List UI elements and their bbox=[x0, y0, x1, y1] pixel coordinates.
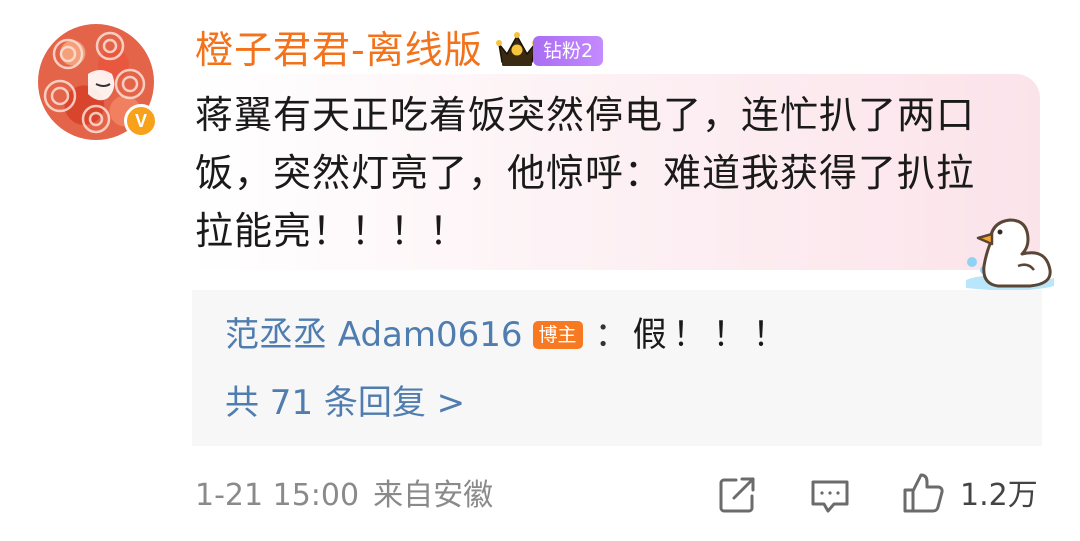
view-replies-link[interactable]: 共 71 条回复 > bbox=[225, 380, 465, 426]
duck-sticker-icon bbox=[966, 218, 1054, 291]
share-icon[interactable] bbox=[716, 474, 758, 516]
timestamp: 1-21 15:00 bbox=[195, 478, 360, 513]
reply-colon: ： bbox=[594, 315, 629, 355]
reply-text: 假！！！ bbox=[632, 315, 793, 355]
reply-username[interactable]: 范丞丞 Adam0616 bbox=[225, 312, 523, 358]
reply-line: 范丞丞 Adam0616 博主 ： 假！！！ bbox=[225, 312, 793, 358]
avatar[interactable]: V bbox=[38, 24, 158, 142]
comment-icon[interactable] bbox=[808, 476, 852, 516]
username[interactable]: 橙子君君-离线版 bbox=[195, 26, 483, 74]
fan-badge[interactable]: 钻粉2 bbox=[533, 36, 604, 66]
blogger-badge: 博主 bbox=[532, 321, 583, 349]
thumbs-up-icon[interactable] bbox=[900, 470, 946, 516]
like-count: 1.2万 bbox=[960, 478, 1038, 513]
location: 来自安徽 bbox=[373, 478, 494, 513]
verified-icon: V bbox=[124, 104, 158, 138]
comment-meta: 1-21 15:00 来自安徽 bbox=[195, 474, 493, 518]
comment-text: 蒋翼有天正吃着饭突然停电了，连忙扒了两口饭，突然灯亮了，他惊呼：难道我获得了扒拉… bbox=[195, 93, 976, 253]
